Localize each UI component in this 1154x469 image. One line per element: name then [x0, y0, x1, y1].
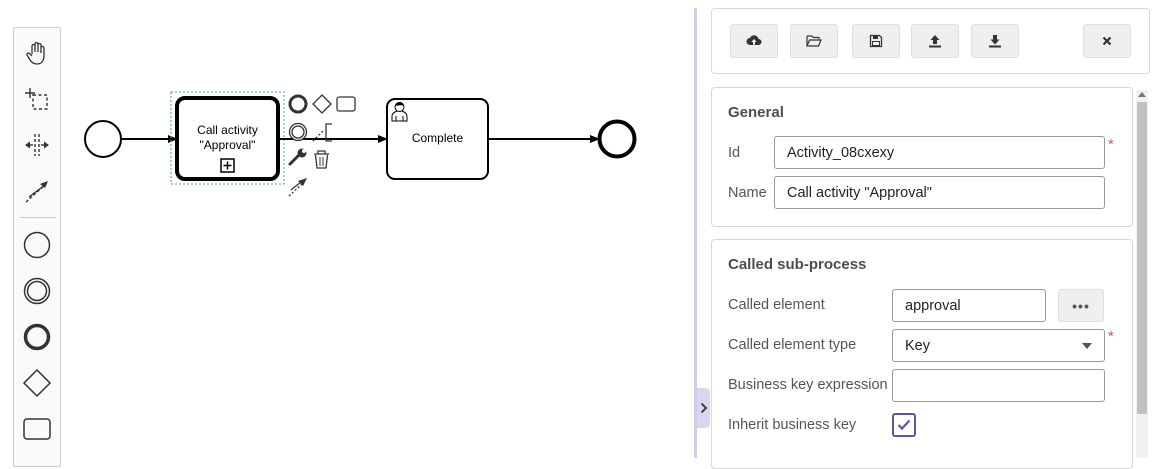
called-sub-process-title: Called sub-process — [728, 256, 867, 273]
collapse-panel-button[interactable] — [697, 388, 710, 428]
gateway-icon[interactable] — [18, 364, 56, 402]
intermediate-event-icon[interactable] — [18, 272, 56, 310]
space-tool-icon[interactable] — [18, 126, 56, 164]
id-label: Id — [728, 145, 741, 161]
checkmark-icon — [897, 419, 911, 431]
called-element-type-label: Called element type — [728, 337, 857, 353]
global-connect-tool-icon[interactable] — [18, 172, 56, 210]
download-icon — [989, 35, 1001, 48]
called-element-type-value: Key — [905, 337, 930, 354]
save-icon — [869, 34, 883, 48]
scroll-up-icon[interactable] — [1138, 92, 1146, 97]
append-end-event-icon[interactable] — [288, 94, 308, 114]
called-element-type-required-icon: * — [1108, 328, 1114, 345]
task-icon[interactable] — [18, 410, 56, 448]
trash-icon[interactable] — [314, 150, 329, 169]
start-event[interactable] — [84, 120, 122, 158]
folder-open-icon — [806, 35, 822, 47]
context-pad — [288, 94, 356, 197]
general-title: General — [728, 104, 784, 121]
called-element-type-select[interactable]: Key — [892, 329, 1105, 362]
append-gateway-icon[interactable] — [312, 94, 332, 114]
wrench-icon[interactable] — [288, 148, 307, 166]
id-required-icon: * — [1108, 136, 1114, 153]
append-task-icon[interactable] — [336, 96, 356, 112]
deploy-button[interactable] — [730, 24, 778, 58]
id-input[interactable]: Activity_08cxexy — [774, 136, 1105, 169]
chevron-right-icon — [700, 402, 707, 414]
save-button[interactable] — [852, 24, 900, 58]
business-key-input[interactable] — [892, 369, 1105, 402]
import-button[interactable] — [971, 24, 1019, 58]
close-icon — [1102, 36, 1112, 46]
export-button[interactable] — [911, 24, 959, 58]
inherit-business-key-checkbox[interactable] — [892, 413, 916, 437]
tool-palette — [13, 27, 61, 467]
palette-separator — [20, 217, 56, 218]
called-sub-process-section: Called sub-process Called element approv… — [711, 239, 1133, 469]
connect-icon[interactable] — [288, 178, 307, 197]
scrollbar-thumb[interactable] — [1137, 102, 1147, 414]
called-element-input[interactable]: approval — [892, 289, 1046, 322]
toolbar — [711, 8, 1150, 74]
inherit-business-key-label: Inherit business key — [728, 417, 857, 433]
name-label: Name — [728, 185, 767, 201]
called-element-label: Called element — [728, 297, 825, 313]
caret-down-icon — [1082, 343, 1092, 349]
cloud-upload-icon — [746, 35, 762, 45]
open-button[interactable] — [790, 24, 838, 58]
end-event[interactable] — [597, 119, 637, 159]
name-input[interactable]: Call activity "Approval" — [774, 176, 1105, 209]
diagram-canvas[interactable]: Call activity "Approval" Complete — [62, 0, 694, 458]
upload-icon — [929, 35, 941, 48]
close-button[interactable] — [1083, 24, 1131, 58]
lasso-tool-icon[interactable] — [18, 80, 56, 118]
end-event-icon[interactable] — [18, 318, 56, 356]
browse-called-element-button[interactable]: ••• — [1058, 289, 1104, 322]
business-key-label: Business key expression — [728, 377, 888, 393]
hand-tool-icon[interactable] — [18, 34, 56, 72]
start-event-icon[interactable] — [18, 226, 56, 264]
general-section: General Id Activity_08cxexy * Name Call … — [711, 87, 1133, 227]
